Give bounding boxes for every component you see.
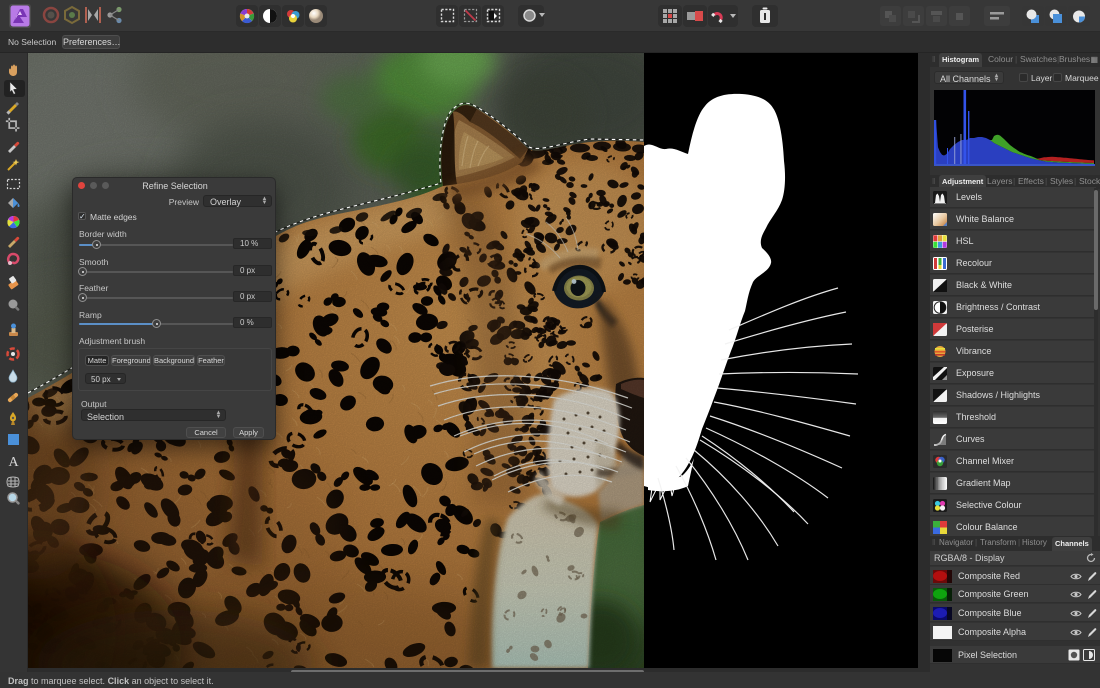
svg-text:A: A [8, 455, 19, 470]
